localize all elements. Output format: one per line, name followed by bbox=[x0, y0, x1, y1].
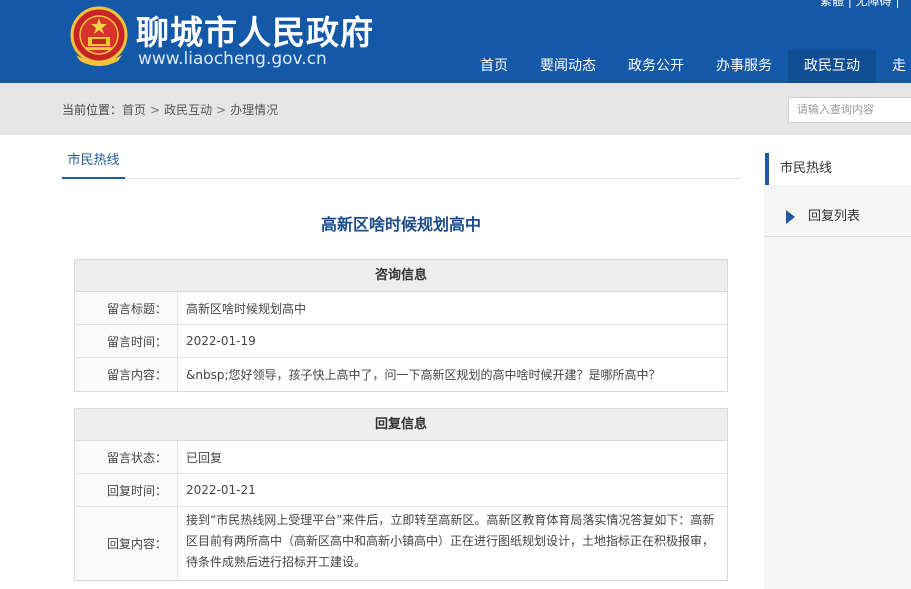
breadcrumb-bar: 当前位置：首页 > 政民互动 > 办理情况 请输入查询内容 bbox=[0, 83, 911, 135]
nav-item-services[interactable]: 办事服务 bbox=[700, 50, 788, 83]
main-nav: 首页 要闻动态 政务公开 办事服务 政民互动 走 bbox=[464, 50, 911, 83]
row-value: 高新区啥时候规划高中 bbox=[186, 301, 307, 316]
site-header: 聊城市人民政府 www.liaocheng.gov.cn 繁體 | 无障碍 | … bbox=[0, 0, 911, 83]
breadcrumb-home[interactable]: 首页 bbox=[122, 103, 146, 117]
row-label: 留言时间： bbox=[75, 325, 178, 357]
consult-info-table: 咨询信息 留言标题： 高新区啥时候规划高中 留言时间： 2022-01-19 留… bbox=[74, 259, 728, 392]
row-value: 接到“市民热线网上受理平台”来件后，立即转至高新区。高新区教育体育局落实情况答复… bbox=[186, 513, 715, 569]
breadcrumb-separator: > bbox=[216, 103, 227, 117]
row-value: 已回复 bbox=[186, 450, 223, 465]
sidebar-item-reply-list[interactable]: 回复列表 bbox=[764, 197, 911, 237]
row-label: 留言状态： bbox=[75, 441, 178, 473]
search-input[interactable]: 请输入查询内容 bbox=[788, 97, 911, 123]
table-row: 回复内容： 接到“市民热线网上受理平台”来件后，立即转至高新区。高新区教育体育局… bbox=[75, 507, 727, 580]
site-title: 聊城市人民政府 bbox=[136, 13, 374, 52]
table-heading: 咨询信息 bbox=[75, 260, 727, 292]
page-title: 高新区啥时候规划高中 bbox=[320, 215, 481, 234]
top-links[interactable]: 繁體 | 无障碍 | bbox=[820, 0, 900, 9]
reply-info-table: 回复信息 留言状态： 已回复 回复时间： 2022-01-21 回复内容： 接到… bbox=[74, 408, 728, 581]
row-label: 回复内容： bbox=[75, 507, 178, 580]
sidebar-heading: 市民热线 bbox=[765, 153, 911, 185]
nav-item-public-affairs[interactable]: 政务公开 bbox=[612, 50, 700, 83]
national-emblem-icon bbox=[70, 6, 128, 66]
row-label: 留言标题： bbox=[75, 292, 178, 324]
breadcrumb-separator: > bbox=[150, 103, 161, 117]
breadcrumb-status[interactable]: 办理情况 bbox=[230, 103, 278, 117]
table-row: 回复时间： 2022-01-21 bbox=[75, 474, 727, 507]
triangle-right-icon bbox=[786, 210, 795, 224]
tab-citizen-hotline[interactable]: 市民热线 bbox=[62, 150, 125, 179]
nav-item-news[interactable]: 要闻动态 bbox=[524, 50, 612, 83]
row-label: 回复时间： bbox=[75, 474, 178, 506]
table-row: 留言标题： 高新区啥时候规划高中 bbox=[75, 292, 727, 325]
row-value: &nbsp;您好领导，孩子快上高中了，问一下高新区规划的高中啥时候开建？是哪所高… bbox=[186, 368, 661, 382]
table-row: 留言时间： 2022-01-19 bbox=[75, 325, 727, 358]
tab-bar: 市民热线 bbox=[62, 150, 740, 179]
row-value: 2022-01-19 bbox=[186, 334, 256, 348]
sidebar-panel: 回复列表 bbox=[764, 185, 911, 589]
nav-item-home[interactable]: 首页 bbox=[464, 50, 524, 83]
sidebar-item-label: 回复列表 bbox=[808, 209, 861, 224]
nav-item-more[interactable]: 走 bbox=[876, 50, 911, 83]
breadcrumb: 当前位置：首页 > 政民互动 > 办理情况 bbox=[62, 101, 278, 118]
table-row: 留言内容： &nbsp;您好领导，孩子快上高中了，问一下高新区规划的高中啥时候开… bbox=[75, 358, 727, 391]
table-row: 留言状态： 已回复 bbox=[75, 441, 727, 474]
nav-item-interaction[interactable]: 政民互动 bbox=[788, 50, 876, 83]
table-heading: 回复信息 bbox=[75, 409, 727, 441]
breadcrumb-interaction[interactable]: 政民互动 bbox=[164, 103, 212, 117]
row-label: 留言内容： bbox=[75, 358, 178, 391]
row-value: 2022-01-21 bbox=[186, 483, 256, 497]
breadcrumb-prefix: 当前位置： bbox=[62, 103, 123, 117]
site-url[interactable]: www.liaocheng.gov.cn bbox=[138, 49, 327, 69]
